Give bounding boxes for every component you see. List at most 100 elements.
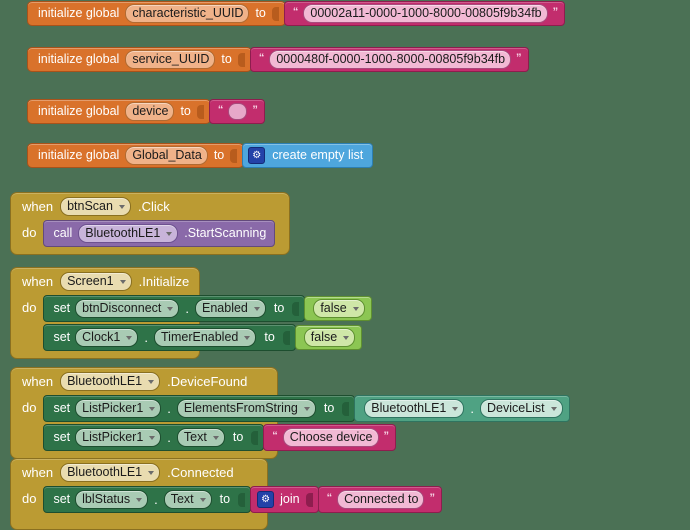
create-empty-list-block[interactable]: ⚙ create empty list bbox=[242, 143, 374, 168]
chevron-down-icon bbox=[550, 406, 557, 411]
statement-row: set Clock1 . TimerEnabled to false bbox=[43, 324, 371, 351]
text-value-field[interactable]: 0000480f-0000-1000-8000-00805f9b34fb bbox=[269, 50, 512, 69]
event-block-bluetoothle1-connected[interactable]: when BluetoothLE1 .Connected do set lblS… bbox=[10, 458, 442, 530]
event-block-bluetoothle1-devicefound[interactable]: when BluetoothLE1 .DeviceFound do set Li… bbox=[10, 367, 570, 459]
event-block-screen1-initialize[interactable]: when Screen1 .Initialize do set btnDisco… bbox=[10, 267, 372, 359]
dot-separator: . bbox=[144, 330, 148, 345]
do-label: do bbox=[22, 300, 37, 315]
event-name-label: .Initialize bbox=[138, 274, 190, 289]
component-dropdown-field[interactable]: ListPicker1 bbox=[75, 399, 162, 418]
chevron-down-icon bbox=[303, 406, 310, 411]
block-init-global-service-uuid[interactable]: initialize global service_UUID to “ 0000… bbox=[27, 47, 529, 72]
dot-separator: . bbox=[470, 401, 474, 416]
chevron-down-icon bbox=[343, 335, 350, 340]
logic-value-field[interactable]: false bbox=[303, 328, 356, 347]
component-dropdown-field[interactable]: Clock1 bbox=[75, 328, 139, 347]
dot-separator: . bbox=[185, 301, 189, 316]
set-label: set bbox=[53, 301, 71, 316]
event-header: when BluetoothLE1 .DeviceFound bbox=[11, 368, 277, 395]
event-header: when BluetoothLE1 .Connected bbox=[11, 459, 267, 486]
getter-block-bluetoothle1-devicelist[interactable]: BluetoothLE1 . DeviceList bbox=[354, 395, 570, 422]
component-dropdown-field[interactable]: btnDisconnect bbox=[75, 299, 180, 318]
to-label: to bbox=[255, 6, 266, 21]
set-block-btndisconnect-enabled[interactable]: set btnDisconnect . Enabled to bbox=[43, 295, 306, 322]
text-string-block[interactable]: “ 00002a11-0000-1000-8000-00805f9b34fb ” bbox=[283, 1, 566, 26]
close-quote-icon: ” bbox=[383, 429, 390, 442]
text-value-field[interactable]: Choose device bbox=[282, 428, 379, 447]
call-block-startscanning[interactable]: call BluetoothLE1 .StartScanning bbox=[43, 220, 276, 247]
property-dropdown-field[interactable]: DeviceList bbox=[479, 399, 563, 418]
component-dropdown-field[interactable]: BluetoothLE1 bbox=[60, 463, 161, 482]
property-dropdown-field[interactable]: Enabled bbox=[195, 299, 266, 318]
variable-name-field[interactable]: characteristic_UUID bbox=[125, 4, 250, 23]
variable-name-field[interactable]: service_UUID bbox=[125, 50, 216, 69]
event-header: when btnScan .Click bbox=[11, 193, 289, 220]
text-value-field[interactable] bbox=[228, 103, 248, 120]
variable-block-body[interactable]: initialize global Global_Data to bbox=[27, 143, 245, 168]
logic-false-block[interactable]: false bbox=[304, 296, 372, 321]
logic-value-field[interactable]: false bbox=[313, 299, 365, 318]
chevron-down-icon bbox=[148, 470, 155, 475]
set-label: set bbox=[53, 430, 71, 445]
close-quote-icon: ” bbox=[252, 103, 258, 116]
method-name-label: .StartScanning bbox=[184, 226, 267, 241]
event-body: do set ListPicker1 . ElementsFromString bbox=[11, 395, 570, 458]
variable-name-field[interactable]: device bbox=[125, 102, 175, 121]
component-dropdown-field[interactable]: BluetoothLE1 bbox=[364, 399, 465, 418]
variable-block-body[interactable]: initialize global service_UUID to bbox=[27, 47, 252, 72]
to-label: to bbox=[232, 430, 244, 445]
chevron-down-icon bbox=[118, 204, 125, 209]
chevron-down-icon bbox=[149, 435, 156, 440]
open-quote-icon: “ bbox=[272, 429, 278, 442]
when-label: when bbox=[22, 374, 54, 389]
component-dropdown-field[interactable]: BluetoothLE1 bbox=[78, 224, 179, 243]
to-label: to bbox=[221, 52, 232, 67]
variable-block-body[interactable]: initialize global device to bbox=[27, 99, 211, 124]
block-init-global-global-data[interactable]: initialize global Global_Data to ⚙ creat… bbox=[27, 143, 374, 168]
block-init-global-characteristic-uuid[interactable]: initialize global characteristic_UUID to… bbox=[27, 1, 566, 26]
value-socket bbox=[292, 301, 300, 316]
component-dropdown-field[interactable]: ListPicker1 bbox=[75, 428, 162, 447]
gear-icon[interactable]: ⚙ bbox=[248, 147, 266, 164]
block-init-global-device[interactable]: initialize global device to “ ” bbox=[27, 99, 265, 124]
chevron-down-icon bbox=[212, 435, 219, 440]
text-value-field[interactable]: 00002a11-0000-1000-8000-00805f9b34fb bbox=[303, 4, 548, 23]
set-block-listpicker1-elementsfromstring[interactable]: set ListPicker1 . ElementsFromString to bbox=[43, 395, 356, 422]
when-label: when bbox=[22, 274, 54, 289]
property-dropdown-field[interactable]: Text bbox=[176, 428, 225, 447]
variable-block-body[interactable]: initialize global characteristic_UUID to bbox=[27, 1, 286, 26]
to-label: to bbox=[273, 301, 285, 316]
event-body: do set btnDisconnect . Enabled to false … bbox=[11, 295, 372, 358]
property-dropdown-field[interactable]: TimerEnabled bbox=[154, 328, 257, 347]
value-socket bbox=[282, 330, 290, 345]
event-name-label: .Click bbox=[137, 199, 170, 214]
set-block-clock1-timerenabled[interactable]: set Clock1 . TimerEnabled to bbox=[43, 324, 296, 351]
close-quote-icon: ” bbox=[552, 5, 559, 18]
logic-false-block[interactable]: false bbox=[294, 325, 363, 350]
create-empty-list-label: create empty list bbox=[272, 148, 364, 163]
blocks-workspace-canvas[interactable]: initialize global characteristic_UUID to… bbox=[0, 0, 690, 530]
component-dropdown-field[interactable]: BluetoothLE1 bbox=[60, 372, 161, 391]
component-dropdown-field[interactable]: btnScan bbox=[60, 197, 131, 216]
dot-separator: . bbox=[167, 401, 171, 416]
event-name-label: .Connected bbox=[167, 465, 234, 480]
event-block-btnscan-click[interactable]: when btnScan .Click do call BluetoothLE1… bbox=[10, 192, 290, 255]
init-global-keyword: initialize global bbox=[38, 104, 120, 119]
to-label: to bbox=[323, 401, 335, 416]
variable-name-field[interactable]: Global_Data bbox=[125, 146, 208, 165]
to-label: to bbox=[213, 148, 225, 163]
text-string-block[interactable]: “ 0000480f-0000-1000-8000-00805f9b34fb ” bbox=[249, 47, 529, 72]
text-string-block[interactable]: “ Choose device ” bbox=[263, 424, 396, 451]
statement-row: set ListPicker1 . ElementsFromString to bbox=[43, 395, 570, 422]
property-dropdown-field[interactable]: ElementsFromString bbox=[176, 399, 316, 418]
open-quote-icon: “ bbox=[258, 51, 265, 64]
do-label: do bbox=[22, 225, 37, 240]
open-quote-icon: “ bbox=[217, 103, 224, 116]
open-quote-icon: “ bbox=[292, 5, 299, 18]
do-label: do bbox=[22, 491, 37, 506]
event-name-label: .DeviceFound bbox=[167, 374, 248, 389]
text-string-block-empty[interactable]: “ ” bbox=[208, 99, 265, 124]
value-socket bbox=[251, 430, 259, 445]
component-dropdown-field[interactable]: Screen1 bbox=[60, 272, 132, 291]
set-block-listpicker1-text[interactable]: set ListPicker1 . Text to bbox=[43, 424, 265, 451]
